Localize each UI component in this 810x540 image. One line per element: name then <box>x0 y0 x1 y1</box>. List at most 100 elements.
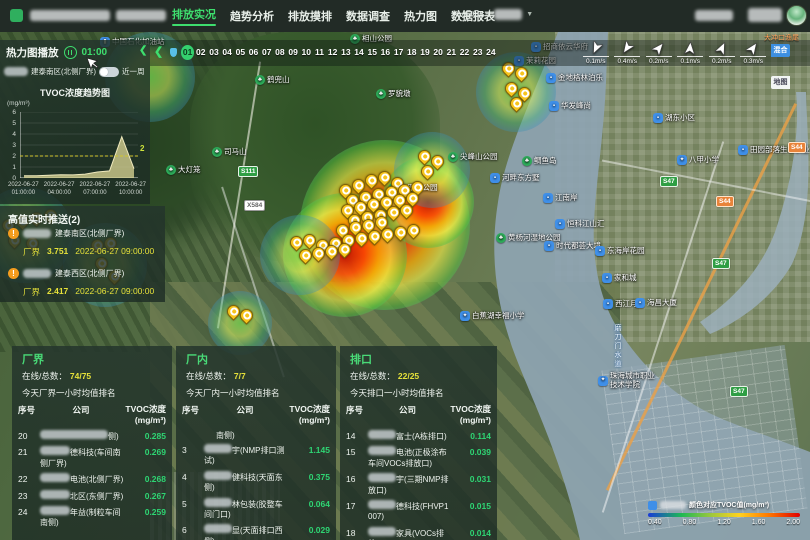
map-pin[interactable] <box>406 192 417 203</box>
nav-item-趋势分析[interactable]: 趋势分析 <box>230 8 274 24</box>
table-row[interactable]: 24年益(制粒车间南侧)0.259 <box>18 506 166 529</box>
map-pin[interactable] <box>299 249 310 260</box>
table-row[interactable]: 5林包装(胶整车间门口)0.064 <box>182 498 330 521</box>
map-pin[interactable] <box>303 234 314 245</box>
col-value-name: TVOC浓度 <box>122 404 166 415</box>
map-label-text: 东海岸花园 <box>607 245 645 256</box>
map-pin[interactable] <box>418 150 429 161</box>
nav-item-数据调查[interactable]: 数据调查 <box>346 8 390 24</box>
map-pin[interactable] <box>338 243 349 254</box>
map-pin[interactable] <box>355 232 366 243</box>
wind-speed: 0.1m/s <box>680 58 700 65</box>
map-pin[interactable] <box>407 224 418 235</box>
map-pin[interactable] <box>510 97 521 108</box>
map-pin[interactable] <box>349 221 360 232</box>
map-pin[interactable] <box>394 226 405 237</box>
table-rows: 南侧)3宇(NMP排口测试)1.1454健科技(天面东侧)0.3755林包装(胶… <box>182 430 330 540</box>
table-row[interactable]: 6显(天面排口西侧)0.029 <box>182 524 330 540</box>
school-icon: ✦ <box>460 311 470 321</box>
legend-title: 颜色对应TVOC值(mg/m³) <box>689 500 769 510</box>
map-pin[interactable] <box>505 82 516 93</box>
nav-item-排放实况[interactable]: 排放实况 <box>172 6 216 26</box>
hour-20[interactable]: 20 <box>432 45 445 60</box>
map-pin[interactable] <box>325 245 336 256</box>
range-label[interactable]: 近一周 <box>122 66 145 77</box>
table-row[interactable]: 23北区(东侧厂界)0.267 <box>18 490 166 502</box>
legend-tick: 0.80 <box>683 519 697 526</box>
station-toggle[interactable] <box>99 67 119 77</box>
hour-10[interactable]: 10 <box>300 45 313 60</box>
pause-icon[interactable] <box>64 46 77 59</box>
avatar[interactable] <box>786 5 807 26</box>
table-row[interactable]: 3宇(NMP排口测试)1.145 <box>182 444 330 467</box>
hour-04[interactable]: 04 <box>221 45 234 60</box>
hour-22[interactable]: 22 <box>458 45 471 60</box>
table-row[interactable]: 22电池(北侧厂界)0.268 <box>18 473 166 485</box>
hour-21[interactable]: 21 <box>445 45 458 60</box>
map-pin[interactable] <box>362 219 373 230</box>
map-pin[interactable] <box>365 174 376 185</box>
hour-01[interactable]: 01 <box>181 45 194 60</box>
nav-item-排放摸排[interactable]: 排放摸排 <box>288 8 332 24</box>
hour-03[interactable]: 03 <box>207 45 220 60</box>
username-redacted[interactable] <box>748 8 782 22</box>
hour-23[interactable]: 23 <box>471 45 484 60</box>
map-type-hybrid-button[interactable]: 混合 <box>771 44 790 57</box>
row-no: 21 <box>18 446 40 457</box>
map-pin[interactable] <box>312 247 323 258</box>
hour-15[interactable]: 15 <box>366 45 379 60</box>
table-row[interactable]: 20侧)0.285 <box>18 430 166 442</box>
table-row[interactable]: 16宇(三期NMP排放口)0.031 <box>346 473 491 496</box>
map-pin[interactable] <box>375 216 386 227</box>
hour-24[interactable]: 24 <box>484 45 497 60</box>
map-pin[interactable] <box>352 179 363 190</box>
table-row[interactable]: 18家具(VOCs排放0.014 <box>346 527 491 540</box>
row-company: 德科技(车间南侧厂界) <box>40 446 126 469</box>
hour-05[interactable]: 05 <box>234 45 247 60</box>
map-pin[interactable] <box>227 305 238 316</box>
hour-02[interactable]: 02 <box>194 45 207 60</box>
push-value: 3.751 <box>47 246 68 258</box>
map-pin[interactable] <box>421 165 432 176</box>
vocs-selector[interactable]: VOCs / ▼ <box>458 9 533 20</box>
col-company: 公司 <box>368 404 447 425</box>
row-no: 16 <box>346 473 368 484</box>
map-pin[interactable] <box>431 155 442 166</box>
table-row[interactable]: 14富士(A栋排口)0.114 <box>346 430 491 442</box>
playback-time: 01:00 <box>82 47 108 58</box>
hour-06[interactable]: 06 <box>247 45 260 60</box>
hour-11[interactable]: 11 <box>313 45 326 60</box>
nav-item-热力图[interactable]: 热力图 <box>404 8 437 24</box>
hour-16[interactable]: 16 <box>379 45 392 60</box>
header-item-redacted[interactable] <box>695 10 733 21</box>
collapse-chevron-icon[interactable]: ❮ <box>139 45 147 56</box>
map-pin[interactable] <box>368 230 379 241</box>
map-pin[interactable] <box>378 171 389 182</box>
hour-09[interactable]: 09 <box>287 45 300 60</box>
hour-17[interactable]: 17 <box>392 45 405 60</box>
hour-18[interactable]: 18 <box>405 45 418 60</box>
map-pin[interactable] <box>290 236 301 247</box>
chevron-left-icon[interactable]: ❮ <box>154 45 163 58</box>
map-pin[interactable] <box>515 67 526 78</box>
row-no: 5 <box>182 498 204 509</box>
map-pin[interactable] <box>387 206 398 217</box>
map-pin[interactable] <box>240 309 251 320</box>
hour-13[interactable]: 13 <box>339 45 352 60</box>
hour-19[interactable]: 19 <box>418 45 431 60</box>
map-pin[interactable] <box>367 198 378 209</box>
hour-12[interactable]: 12 <box>326 45 339 60</box>
table-row[interactable]: 21德科技(车间南侧厂界)0.269 <box>18 446 166 469</box>
hour-14[interactable]: 14 <box>352 45 365 60</box>
push-item-name[interactable]: !建泰南区(北侧厂界) <box>8 228 124 239</box>
map-pin[interactable] <box>400 204 411 215</box>
hour-08[interactable]: 08 <box>273 45 286 60</box>
map-pin[interactable] <box>411 181 422 192</box>
table-row[interactable]: 17德科技(FHVP1007)0.015 <box>346 500 491 523</box>
push-item-name[interactable]: !建泰西区(北侧厂界) <box>8 268 124 279</box>
table-row[interactable]: 15电池(正极涂布车间VOCs排放口)0.039 <box>346 446 491 469</box>
map-pin[interactable] <box>381 228 392 239</box>
table-row[interactable]: 4健科技(天面东侧)0.375 <box>182 471 330 494</box>
map-type-map-button[interactable]: 地图 <box>771 76 790 89</box>
hour-07[interactable]: 07 <box>260 45 273 60</box>
